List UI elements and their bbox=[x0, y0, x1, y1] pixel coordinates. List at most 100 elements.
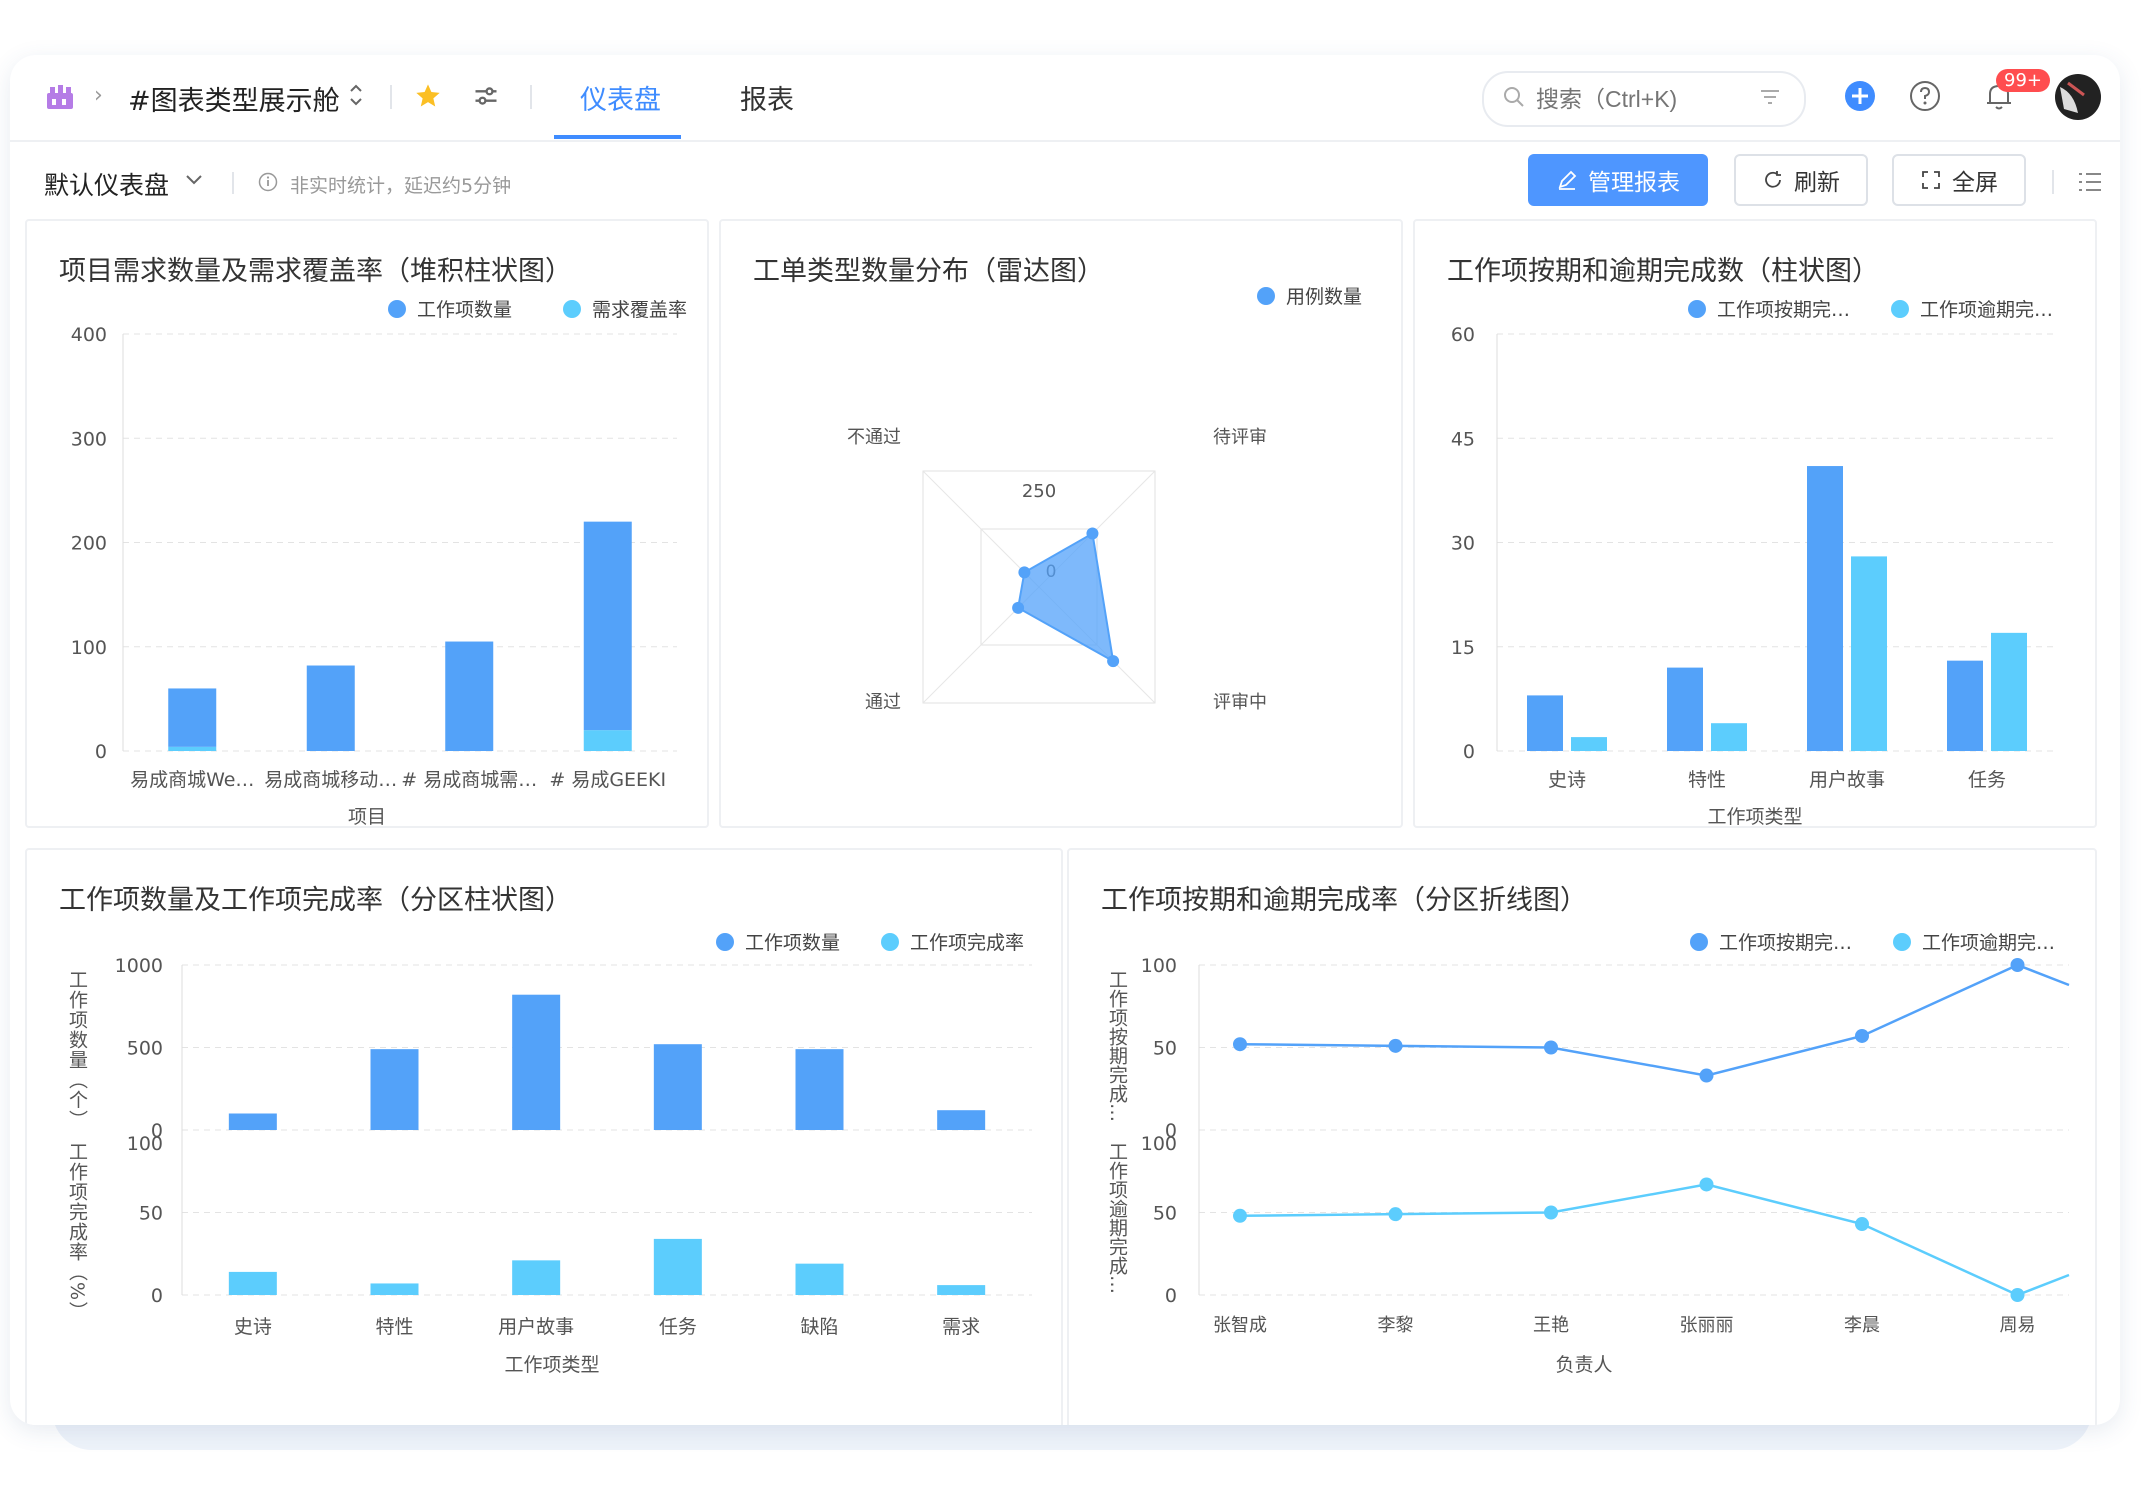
settings-sliders-icon[interactable] bbox=[472, 82, 500, 110]
bar-segment-count bbox=[583, 521, 632, 731]
edit-icon bbox=[1558, 170, 1577, 190]
bar-rate bbox=[795, 1263, 844, 1295]
y-tick-label: 0 bbox=[1463, 741, 1475, 763]
x-tick-label: # 易成商城需… bbox=[401, 769, 537, 791]
y-tick-label: 1000 bbox=[115, 955, 163, 977]
bar bbox=[1711, 723, 1747, 751]
fullscreen-button[interactable]: 全屏 bbox=[1892, 154, 2026, 206]
switch-project-icon[interactable] bbox=[346, 79, 366, 111]
bar-segment-coverage bbox=[168, 746, 217, 751]
data-point bbox=[1388, 1038, 1403, 1053]
y-tick-label: 60 bbox=[1451, 324, 1475, 346]
x-tick-label: 需求 bbox=[942, 1316, 980, 1338]
app-window: › #图表类型展示舱 仪表盘 报表 搜索（Ctrl+K) 99+ 默认仪表盘 非… bbox=[10, 55, 2120, 1425]
info-icon bbox=[258, 172, 278, 196]
panel-grouped-bar: 工作项按期和逾期完成数（柱状图） 工作项按期完… 工作项逾期完… 60 45 30 15 0… bbox=[1413, 219, 2097, 828]
radar-axis-label: 不通过 bbox=[847, 427, 901, 448]
chevron-down-icon[interactable] bbox=[182, 164, 206, 198]
notification-badge: 99+ bbox=[1996, 69, 2050, 92]
refresh-icon bbox=[1765, 171, 1781, 188]
split-bar-chart: 工作项数量 工作项完成率10005000500100史诗 特性 用户故事 任务 缺陷 需求工… bbox=[66, 932, 1032, 1376]
legend-marker bbox=[388, 300, 406, 318]
legend-marker bbox=[1893, 933, 1911, 951]
legend-marker bbox=[881, 933, 899, 951]
y-tick-label: 50 bbox=[1153, 1203, 1177, 1225]
data-point bbox=[2010, 1288, 2025, 1302]
stacked-bar-chart: 工作项数量 需求覆盖率4003002001000易成商城We… 易成商城移动… # 易… bbox=[71, 299, 687, 826]
top-bar: › #图表类型展示舱 仪表盘 报表 搜索（Ctrl+K) 99+ bbox=[10, 55, 2120, 142]
bar-count bbox=[370, 1049, 419, 1130]
legend-label: 工作项数量 bbox=[417, 299, 512, 321]
refresh-label: 刷新 bbox=[1794, 170, 1840, 196]
y-tick-label: 0 bbox=[95, 741, 107, 763]
x-tick-label: 用户故事 bbox=[498, 1316, 574, 1338]
panel-split-bar: 工作项数量及工作项完成率（分区柱状图） 工作项数量 工作项完成率 1000 500 0 5… bbox=[25, 848, 1063, 1425]
x-tick-label: 李晨 bbox=[1844, 1315, 1880, 1336]
radar-ring-label: 250 bbox=[1022, 481, 1056, 502]
data-point bbox=[1855, 1028, 1869, 1043]
y-axis-title: 工作项按期完成… bbox=[1106, 970, 1128, 1122]
help-icon[interactable] bbox=[1908, 79, 1942, 113]
project-title[interactable]: #图表类型展示舱 bbox=[128, 79, 340, 118]
radar-point bbox=[1107, 655, 1120, 668]
star-icon[interactable] bbox=[414, 82, 442, 110]
fullscreen-label: 全屏 bbox=[1952, 170, 1998, 196]
x-tick-label: 易成商城移动… bbox=[264, 769, 397, 791]
list-icon[interactable] bbox=[2076, 168, 2104, 200]
bar-rate bbox=[653, 1238, 702, 1295]
x-tick-label: 用户故事 bbox=[1809, 769, 1885, 791]
add-icon[interactable] bbox=[1843, 79, 1877, 113]
series-line bbox=[1239, 1183, 2070, 1297]
y-tick-label: 15 bbox=[1451, 637, 1475, 659]
data-point bbox=[1233, 1037, 1247, 1052]
legend-marker bbox=[1257, 287, 1275, 305]
x-tick-label: 任务 bbox=[1968, 769, 2006, 791]
legend-marker bbox=[1891, 300, 1909, 318]
project-logo-icon[interactable] bbox=[44, 81, 76, 113]
x-axis-title: 工作项类型 bbox=[504, 1354, 599, 1376]
refresh-button[interactable]: 刷新 bbox=[1734, 154, 1868, 206]
active-tab-indicator bbox=[554, 135, 681, 139]
manage-reports-button[interactable]: 管理报表 bbox=[1528, 154, 1708, 206]
bar-count bbox=[795, 1049, 844, 1130]
bar-segment-count bbox=[445, 641, 494, 751]
manage-reports-label: 管理报表 bbox=[1588, 170, 1680, 196]
search-box[interactable] bbox=[1482, 71, 1806, 127]
avatar[interactable] bbox=[2054, 73, 2102, 121]
x-axis-title: 工作项类型 bbox=[1707, 806, 1802, 826]
x-tick-label: 张丽丽 bbox=[1680, 1315, 1734, 1336]
y-axis-title: 工作项完成率（%） bbox=[66, 1142, 88, 1321]
data-point bbox=[1855, 1217, 1869, 1232]
x-axis-title: 负责人 bbox=[1555, 1354, 1612, 1376]
divider bbox=[232, 172, 234, 194]
tab-reports[interactable]: 报表 bbox=[740, 55, 794, 140]
x-tick-label: 王艳 bbox=[1533, 1315, 1569, 1336]
bar bbox=[1571, 737, 1607, 751]
data-point bbox=[1699, 1177, 1714, 1192]
bar-count bbox=[228, 1113, 277, 1130]
y-tick-label: 50 bbox=[139, 1203, 163, 1225]
x-tick-label: 易成商城We… bbox=[130, 769, 254, 791]
legend-label: 工作项数量 bbox=[745, 932, 840, 954]
filter-icon[interactable] bbox=[1758, 85, 1782, 113]
dashboard-selector[interactable]: 默认仪表盘 bbox=[44, 166, 169, 202]
x-tick-label: 史诗 bbox=[1548, 769, 1586, 791]
radar-axis-label: 待评审 bbox=[1213, 427, 1267, 448]
radar-chart: 用例数量待评审评审中通过不通过2500 bbox=[847, 286, 1362, 713]
radar-point bbox=[1086, 527, 1099, 540]
radar-point bbox=[1018, 566, 1031, 579]
y-tick-label: 100 bbox=[1141, 955, 1177, 977]
data-point bbox=[1388, 1207, 1403, 1222]
tab-dashboard[interactable]: 仪表盘 bbox=[580, 55, 661, 140]
legend-marker bbox=[563, 300, 581, 318]
bar bbox=[1807, 466, 1843, 751]
radar-area bbox=[1017, 531, 1115, 664]
bar-count bbox=[937, 1110, 986, 1130]
y-tick-label: 0 bbox=[151, 1285, 163, 1307]
y-tick-label: 200 bbox=[71, 533, 107, 555]
legend-marker bbox=[1688, 300, 1706, 318]
search-input[interactable] bbox=[1534, 84, 1748, 114]
bar-count bbox=[512, 994, 561, 1130]
legend-marker bbox=[1690, 933, 1708, 951]
y-tick-label: 50 bbox=[1153, 1038, 1177, 1060]
